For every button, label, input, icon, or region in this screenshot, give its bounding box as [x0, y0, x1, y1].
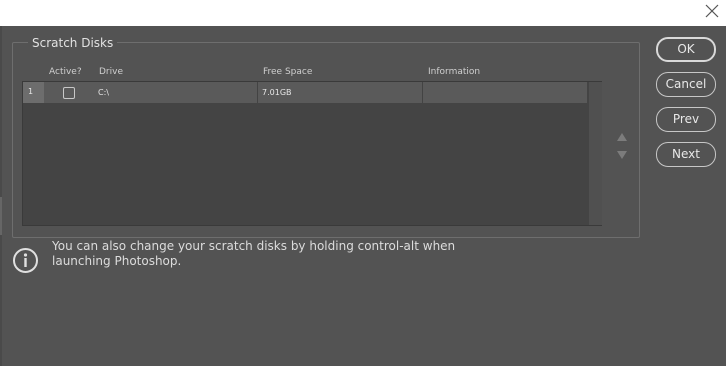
column-header-free-space: Free Space: [263, 67, 313, 77]
scratch-disks-table[interactable]: 1 C:\ 7.01GB: [22, 81, 602, 226]
left-edge: [0, 26, 2, 366]
column-header-information: Information: [428, 67, 481, 77]
table-scrollbar[interactable]: [589, 82, 602, 225]
column-header-active: Active?: [49, 67, 82, 77]
info-icon: [13, 248, 38, 273]
active-checkbox[interactable]: [63, 87, 75, 99]
cancel-button[interactable]: Cancel: [656, 72, 716, 97]
info-message: You can also change your scratch disks b…: [52, 239, 456, 268]
drive-cell: C:\: [98, 88, 109, 97]
triangle-up-icon[interactable]: [616, 132, 628, 142]
prev-button[interactable]: Prev: [656, 107, 716, 132]
row-index: 1: [23, 82, 44, 103]
next-button[interactable]: Next: [656, 142, 716, 167]
group-title: Scratch Disks: [28, 35, 118, 51]
table-row[interactable]: 1 C:\ 7.01GB: [23, 82, 587, 103]
close-icon[interactable]: [704, 3, 720, 19]
column-header-drive: Drive: [99, 67, 123, 77]
column-divider: [257, 82, 258, 103]
triangle-down-icon[interactable]: [616, 150, 628, 160]
title-bar: [0, 0, 726, 26]
column-divider: [422, 82, 423, 103]
free-space-cell: 7.01GB: [262, 88, 292, 97]
resize-mark: [0, 197, 2, 235]
ok-button[interactable]: OK: [656, 37, 716, 62]
